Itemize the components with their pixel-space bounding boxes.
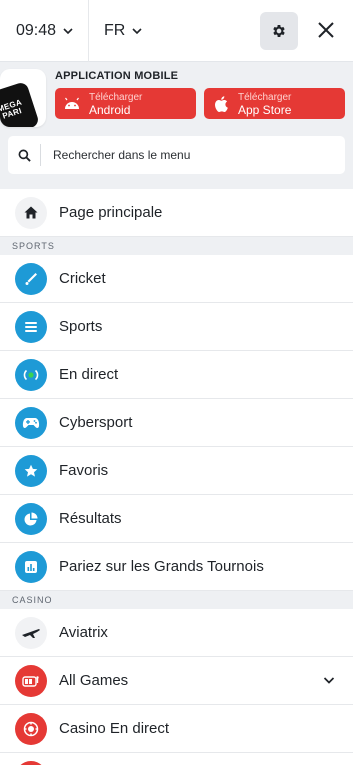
menu-item-label: Résultats (59, 510, 122, 527)
side-menu: Page principale SPORTS Cricket Sports En… (0, 189, 353, 765)
gamepad-icon (15, 406, 47, 439)
top-header: 09:48 FR (0, 0, 353, 62)
search-icon-wrap (8, 144, 41, 166)
time-label: 09:48 (16, 21, 57, 39)
menu-item-partial[interactable] (0, 753, 353, 765)
slot-icon (15, 664, 47, 697)
menu-item-cybersport[interactable]: Cybersport (0, 399, 353, 447)
time-selector[interactable]: 09:48 (0, 0, 89, 62)
menu-item-label: Favoris (59, 462, 109, 479)
star-icon (15, 454, 47, 487)
gear-icon (273, 25, 285, 37)
menu-item-sports[interactable]: Sports (0, 303, 353, 351)
appstore-download-button[interactable]: Télécharger App Store (204, 88, 345, 119)
android-button-caption: Télécharger (89, 91, 143, 103)
menu-item-all-games[interactable]: All Games (0, 657, 353, 705)
close-icon (318, 22, 334, 38)
menu-item-label: Pariez sur les Grands Tournois (59, 558, 264, 575)
settings-button[interactable] (260, 12, 298, 50)
menu-item-label: Cybersport (59, 414, 133, 431)
menu-item-label: Aviatrix (59, 624, 108, 641)
app-logo-text: MEGA PARI (0, 97, 23, 121)
menu-item-label: All Games (59, 672, 129, 689)
apple-icon (215, 95, 228, 112)
menu-item-favorites[interactable]: Favoris (0, 447, 353, 495)
home-icon (15, 196, 47, 229)
menu-item-icon (15, 760, 47, 765)
mobile-app-banner: MEGA PARI APPLICATION MOBILE Télécharger… (0, 63, 353, 127)
list-icon (15, 310, 47, 343)
android-button-label: Android (89, 102, 131, 117)
live-icon (15, 358, 47, 391)
menu-item-label: Cricket (59, 270, 106, 287)
app-banner-title: APPLICATION MOBILE (55, 70, 179, 82)
chevron-down-icon (63, 27, 73, 34)
menu-search-box (8, 136, 345, 174)
menu-item-live[interactable]: En direct (0, 351, 353, 399)
menu-item-label: En direct (59, 366, 119, 383)
pie-icon (15, 502, 47, 535)
menu-item-live-casino[interactable]: Casino En direct (0, 705, 353, 753)
menu-item-label: Page principale (59, 204, 163, 221)
menu-item-label: Casino En direct (59, 720, 170, 737)
plane-icon (15, 616, 47, 649)
app-logo: MEGA PARI (0, 69, 46, 127)
search-input[interactable] (41, 148, 331, 162)
cricket-icon (15, 262, 47, 295)
search-icon (18, 149, 31, 162)
android-icon (65, 97, 79, 109)
language-label: FR (104, 21, 126, 39)
menu-item-aviatrix[interactable]: Aviatrix (0, 609, 353, 657)
appstore-button-label: App Store (238, 102, 292, 117)
chart-icon (15, 550, 47, 583)
section-header-sports: SPORTS (0, 237, 353, 255)
menu-item-label: Sports (59, 318, 103, 335)
language-selector[interactable]: FR (89, 0, 142, 62)
menu-item-results[interactable]: Résultats (0, 495, 353, 543)
appstore-button-caption: Télécharger (238, 91, 292, 103)
section-header-casino: CASINO (0, 591, 353, 609)
chip-icon (15, 712, 47, 745)
android-download-button[interactable]: Télécharger Android (55, 88, 196, 119)
menu-item-home[interactable]: Page principale (0, 189, 353, 237)
menu-item-tournaments[interactable]: Pariez sur les Grands Tournois (0, 543, 353, 591)
menu-item-cricket[interactable]: Cricket (0, 255, 353, 303)
chevron-down-icon[interactable] (323, 675, 335, 685)
close-button[interactable] (313, 17, 339, 43)
chevron-down-icon (132, 27, 142, 34)
